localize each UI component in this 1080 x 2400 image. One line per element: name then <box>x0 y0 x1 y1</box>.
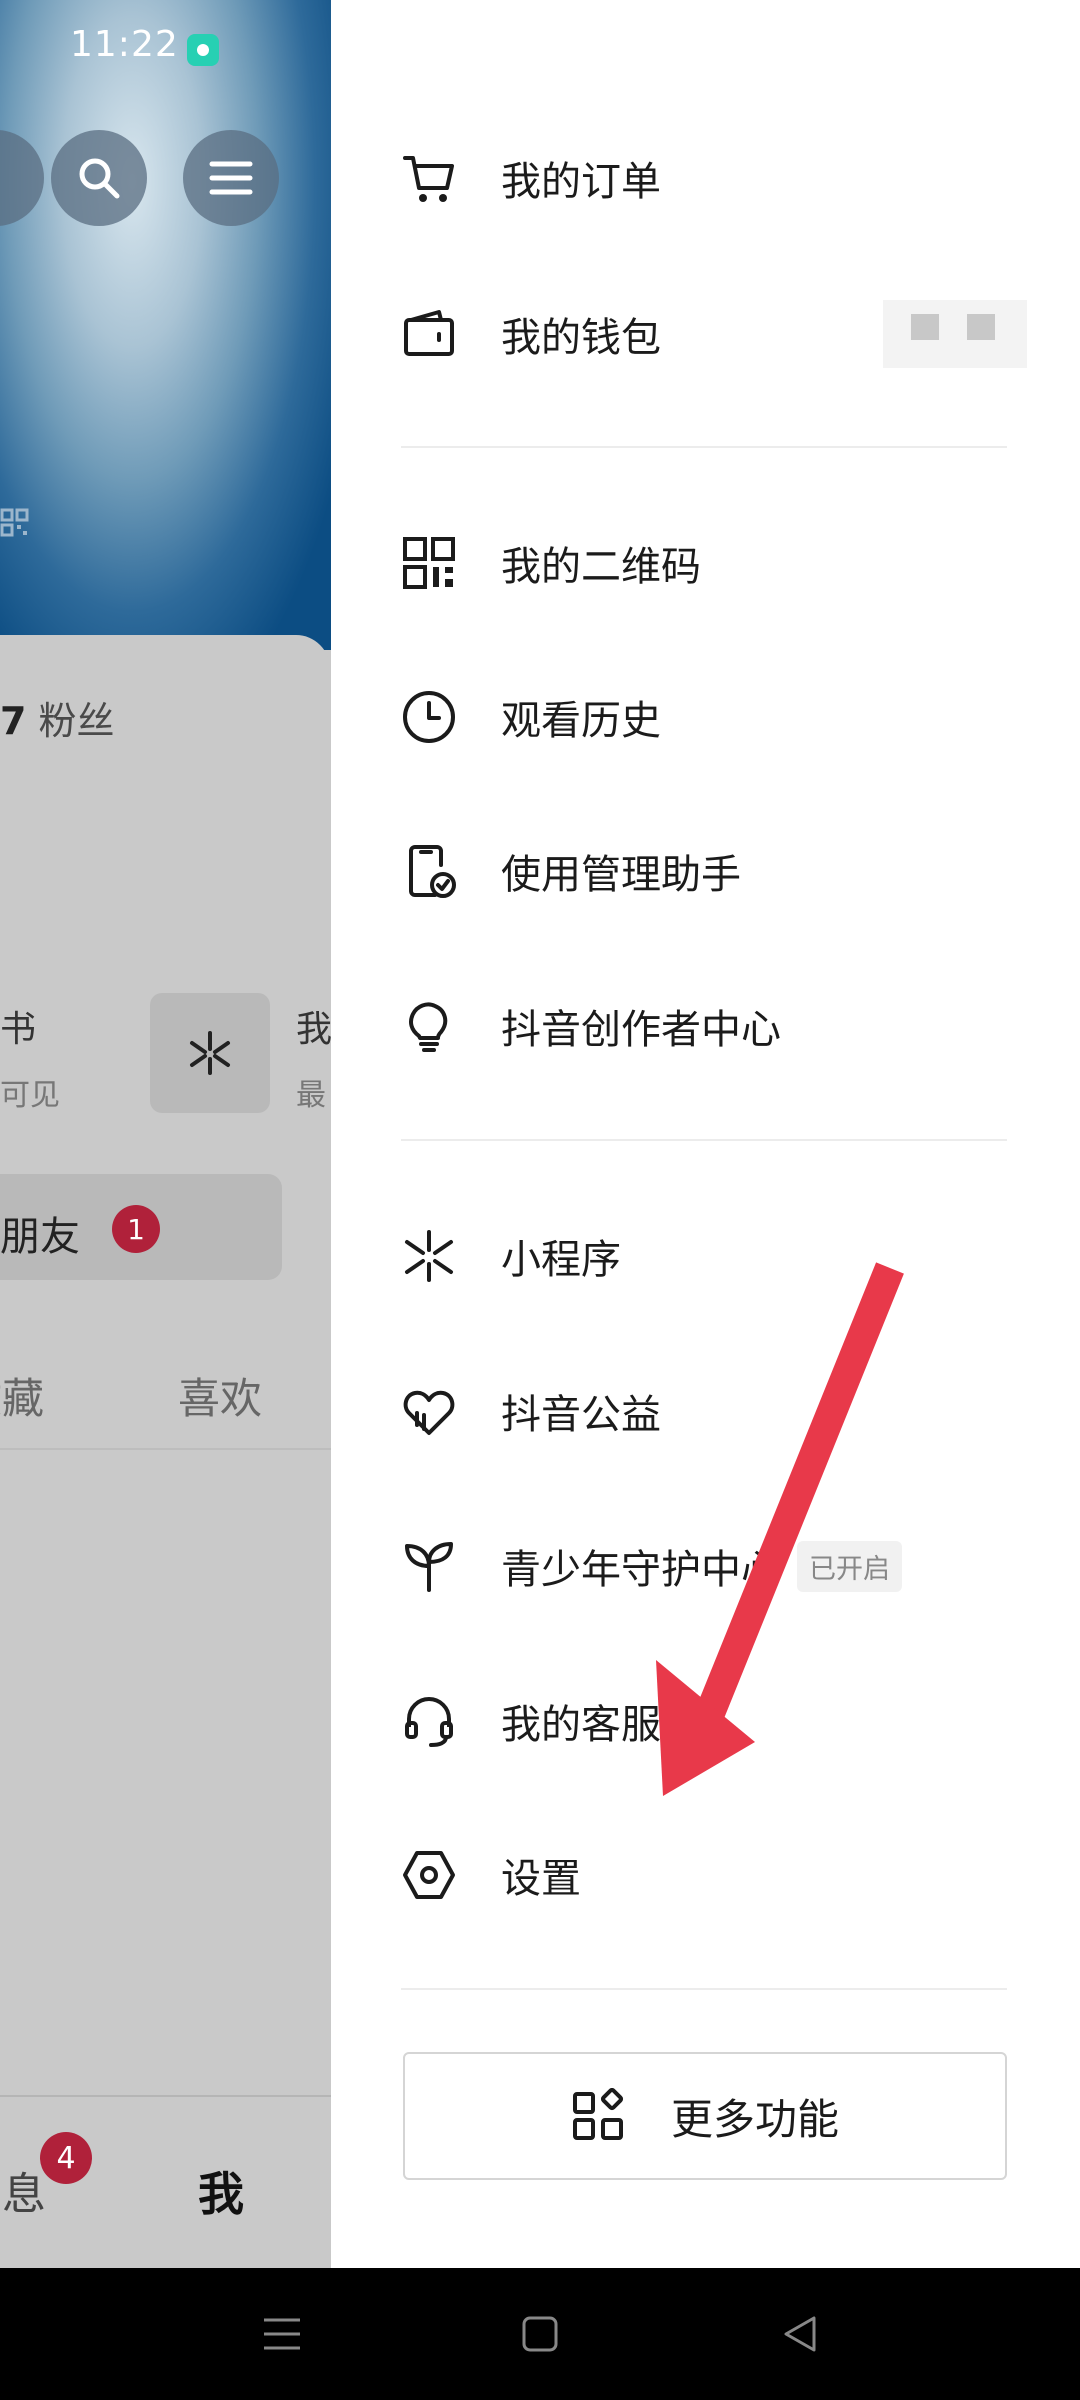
fans-count: 7 粉丝 <box>0 690 115 745</box>
menu-item-label: 青少年守护中心 <box>501 1547 781 1593</box>
headset-icon <box>401 1693 457 1749</box>
search-icon[interactable] <box>51 130 147 226</box>
section-divider <box>401 1988 1007 1990</box>
profile-sheet <box>0 635 330 2268</box>
menu-item-mini-programs[interactable]: 小程序 <box>401 1196 1041 1316</box>
menu-item-label: 使用管理助手 <box>501 852 741 898</box>
tab-like[interactable]: 喜欢 <box>178 1365 262 1426</box>
back-icon[interactable] <box>770 2308 830 2360</box>
menu-item-label: 设置 <box>501 1856 581 1902</box>
section-divider <box>401 1139 1007 1141</box>
bottom-nav-divider <box>0 2095 331 2097</box>
qr-code-icon <box>401 535 457 591</box>
home-icon[interactable] <box>510 2308 570 2360</box>
mini-program-icon <box>190 1031 230 1075</box>
menu-item-watch-history[interactable]: 观看历史 <box>401 657 1041 777</box>
menu-item-creator-center[interactable]: 抖音创作者中心 <box>401 966 1041 1086</box>
menu-item-youth-protection[interactable]: 青少年守护中心 已开启 <box>401 1506 1041 1626</box>
settings-hex-icon <box>401 1847 457 1903</box>
menu-item-charity[interactable]: 抖音公益 <box>401 1351 1041 1471</box>
menu-item-settings[interactable]: 设置 <box>401 1815 1041 1935</box>
sprout-icon <box>401 1538 457 1594</box>
menu-item-label: 我的客服 <box>501 1702 661 1748</box>
section-divider <box>401 446 1007 448</box>
message-badge: 4 <box>40 2132 92 2184</box>
tab-collect[interactable]: 收藏 <box>0 1365 44 1426</box>
chat-bubble-icon <box>187 34 219 66</box>
friend-badge: 1 <box>112 1205 160 1253</box>
side-drawer: 我的订单 我的钱包 我的二维码 观看历史 使用管理助手 抖音创作者中心 小程序 … <box>331 0 1080 2268</box>
fans-label: 粉丝 <box>38 699 115 743</box>
menu-item-qr-code[interactable]: 我的二维码 <box>401 503 1041 623</box>
profile-header-background <box>0 0 331 650</box>
phone-check-icon <box>401 843 457 899</box>
grid-apps-icon <box>572 2088 624 2140</box>
mini-program-icon <box>401 1228 457 1284</box>
menu-item-usage-assistant[interactable]: 使用管理助手 <box>401 811 1041 931</box>
nav-me[interactable]: 我 <box>198 2158 244 2224</box>
profile-page-dimmed[interactable]: 11:22 7 粉丝 书 可见 我 最 加朋友 1 收藏 喜欢 消息 4 我 <box>0 0 331 2268</box>
menu-item-label: 我的订单 <box>501 159 661 205</box>
add-friend-label: 加朋友 <box>0 1214 80 1260</box>
status-badge: 已开启 <box>797 1540 902 1592</box>
menu-item-label: 抖音创作者中心 <box>501 1007 781 1053</box>
wallet-icon <box>401 306 457 362</box>
wallet-balance-hidden <box>883 300 1027 368</box>
qr-mini-icon[interactable] <box>0 508 30 538</box>
fans-number: 7 <box>0 699 27 743</box>
more-features-label: 更多功能 <box>670 2094 839 2144</box>
card2-title[interactable]: 我 <box>296 1000 331 1052</box>
menu-item-customer-service[interactable]: 我的客服 <box>401 1661 1041 1781</box>
lightbulb-icon <box>401 998 457 1054</box>
clock-icon <box>401 689 457 745</box>
menu-item-label: 我的二维码 <box>501 544 701 590</box>
card1-title[interactable]: 书 <box>0 1000 36 1052</box>
tab-divider <box>0 1448 331 1450</box>
card1-subtitle: 可见 <box>0 1078 60 1113</box>
more-features-button[interactable]: 更多功能 <box>403 2052 1007 2180</box>
menu-item-label: 观看历史 <box>501 698 661 744</box>
menu-icon[interactable] <box>183 130 279 226</box>
menu-item-orders[interactable]: 我的订单 <box>401 118 1041 238</box>
cart-icon <box>401 150 457 206</box>
menu-item-label: 小程序 <box>501 1237 621 1283</box>
card2-subtitle: 最 <box>296 1078 326 1113</box>
menu-item-label: 抖音公益 <box>501 1392 661 1438</box>
menu-item-label: 我的钱包 <box>501 315 661 361</box>
menu-icon[interactable] <box>252 2308 312 2360</box>
heart-hand-icon <box>401 1383 457 1439</box>
status-time: 11:22 <box>70 24 179 65</box>
mini-program-card[interactable] <box>150 993 270 1113</box>
nav-message[interactable]: 消息 <box>0 2158 46 2222</box>
system-nav-bar <box>0 2268 1080 2400</box>
